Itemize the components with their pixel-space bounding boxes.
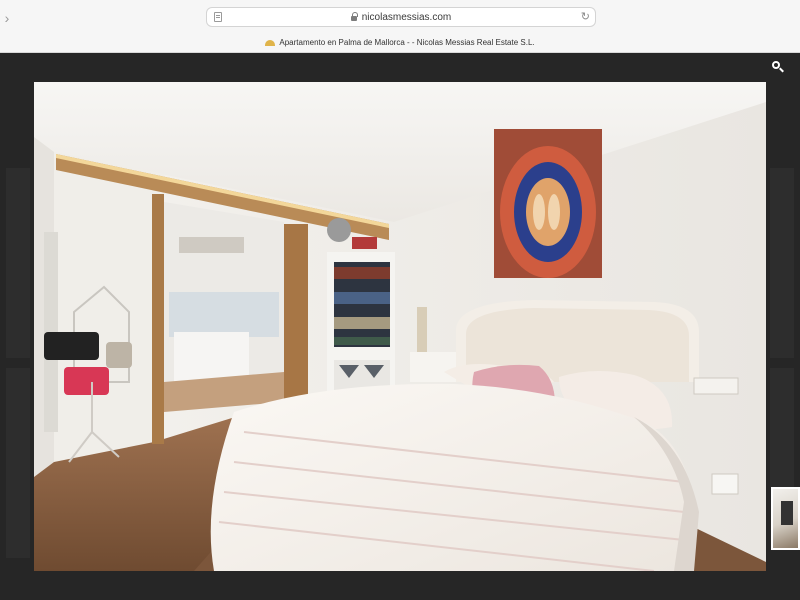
reload-icon[interactable]: ↻ bbox=[581, 10, 590, 23]
background-card bbox=[6, 368, 30, 558]
browser-toolbar: › nicolasmessias.com ↻ Apartamento en Pa… bbox=[0, 0, 800, 53]
back-button[interactable]: › bbox=[0, 8, 14, 28]
bedroom-photo bbox=[34, 82, 766, 571]
search-button[interactable] bbox=[766, 56, 790, 80]
tab-title[interactable]: Apartamento en Palma de Mallorca - - Nic… bbox=[0, 38, 800, 47]
site-favicon-icon bbox=[265, 39, 276, 46]
page-icon[interactable] bbox=[214, 12, 222, 22]
background-card bbox=[770, 168, 794, 358]
url-text: nicolasmessias.com bbox=[361, 11, 452, 23]
lightbox-photo[interactable] bbox=[34, 82, 766, 571]
address-bar[interactable]: nicolasmessias.com ↻ bbox=[206, 7, 596, 27]
lock-icon bbox=[350, 12, 358, 21]
thumbnail-image[interactable] bbox=[771, 487, 800, 550]
search-icon-handle bbox=[779, 67, 784, 73]
tab-title-text: Apartamento en Palma de Mallorca - - Nic… bbox=[279, 38, 535, 47]
background-card bbox=[770, 368, 794, 488]
chevron-left-icon: › bbox=[4, 10, 10, 26]
background-card bbox=[6, 168, 30, 358]
thumbnail-detail bbox=[781, 501, 793, 525]
